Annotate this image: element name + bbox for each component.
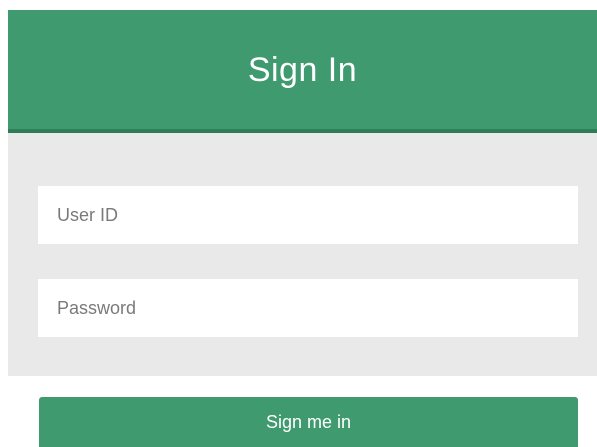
user-id-field[interactable] [38,186,578,244]
password-field[interactable] [38,279,578,337]
sign-in-button[interactable]: Sign me in [39,397,578,447]
sign-in-panel: Sign In [8,10,597,376]
page-title: Sign In [247,51,358,89]
sign-in-header: Sign In [8,10,597,133]
